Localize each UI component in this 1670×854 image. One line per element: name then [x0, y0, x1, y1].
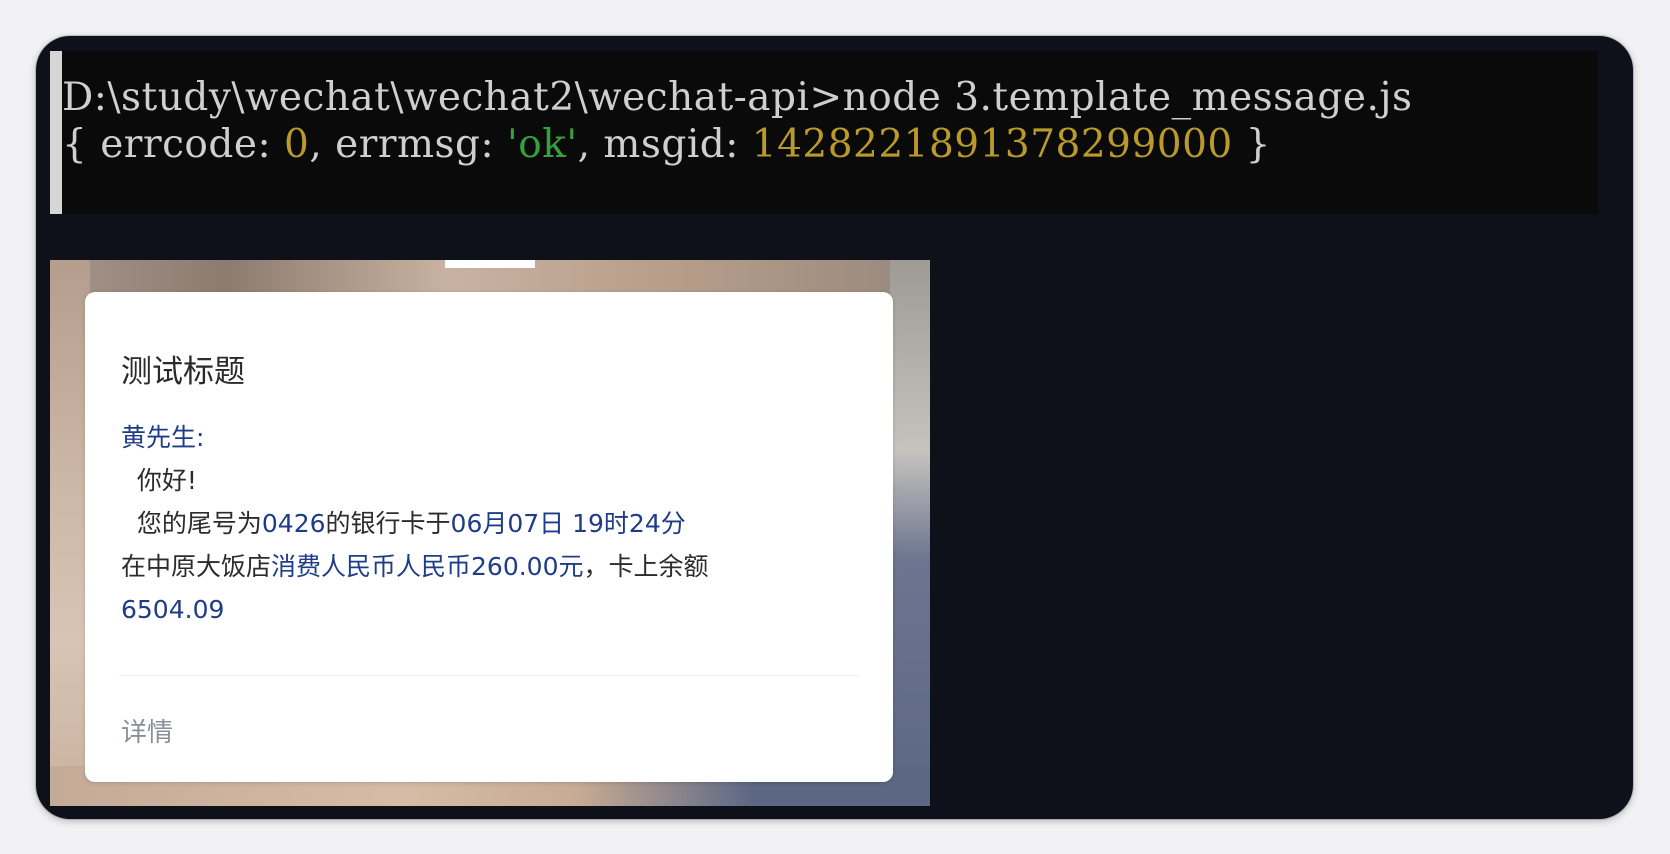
errmsg-value: 'ok'	[507, 122, 578, 167]
card-tail-number: 0426	[261, 509, 326, 538]
transaction-datetime: 06月07日 19时24分	[450, 509, 686, 538]
terminal-result-line: { errcode: 0, errmsg: 'ok', msgid: 14282…	[62, 122, 1271, 168]
line1-mid: 的银行卡于	[325, 509, 451, 538]
window-frame: D:\study\wechat\wechat2\wechat-api>node …	[36, 36, 1633, 819]
msgid-key: msgid:	[603, 122, 752, 167]
close-brace: }	[1232, 122, 1271, 167]
greeting-text: 你好!	[121, 466, 197, 495]
line1-prefix: 您的尾号为	[121, 509, 262, 538]
card-divider	[119, 675, 859, 676]
line2-suffix: ，卡上余额	[583, 552, 709, 581]
details-link[interactable]: 详情	[121, 712, 173, 749]
transaction-amount: 消费人民币人民币260.00元	[271, 552, 584, 581]
separator: ,	[577, 122, 604, 167]
errcode-key: errcode:	[100, 122, 284, 167]
template-message-card[interactable]: 测试标题 黄先生: 你好! 您的尾号为0426的银行卡于06月07日 19时24…	[85, 292, 893, 782]
photo-background-right	[890, 260, 930, 806]
msgid-value: 1428221891378299000	[751, 122, 1233, 167]
card-title: 测试标题	[121, 354, 245, 390]
errmsg-key: errmsg:	[335, 122, 507, 167]
status-strip	[445, 260, 535, 268]
photo-background-left	[50, 260, 90, 806]
card-balance: 6504.09	[121, 595, 225, 624]
phone-screenshot: 测试标题 黄先生: 你好! 您的尾号为0426的银行卡于06月07日 19时24…	[50, 260, 930, 806]
errcode-value: 0	[284, 122, 310, 167]
separator: ,	[309, 122, 336, 167]
line2-prefix: 在中原大饭店	[121, 552, 272, 581]
greeting-name: 黄先生:	[121, 423, 205, 452]
open-brace: {	[62, 122, 101, 167]
card-body: 黄先生: 你好! 您的尾号为0426的银行卡于06月07日 19时24分 在中原…	[121, 416, 709, 631]
terminal-command-line: D:\study\wechat\wechat2\wechat-api>node …	[62, 75, 1413, 120]
terminal-output: D:\study\wechat\wechat2\wechat-api>node …	[50, 51, 1598, 214]
